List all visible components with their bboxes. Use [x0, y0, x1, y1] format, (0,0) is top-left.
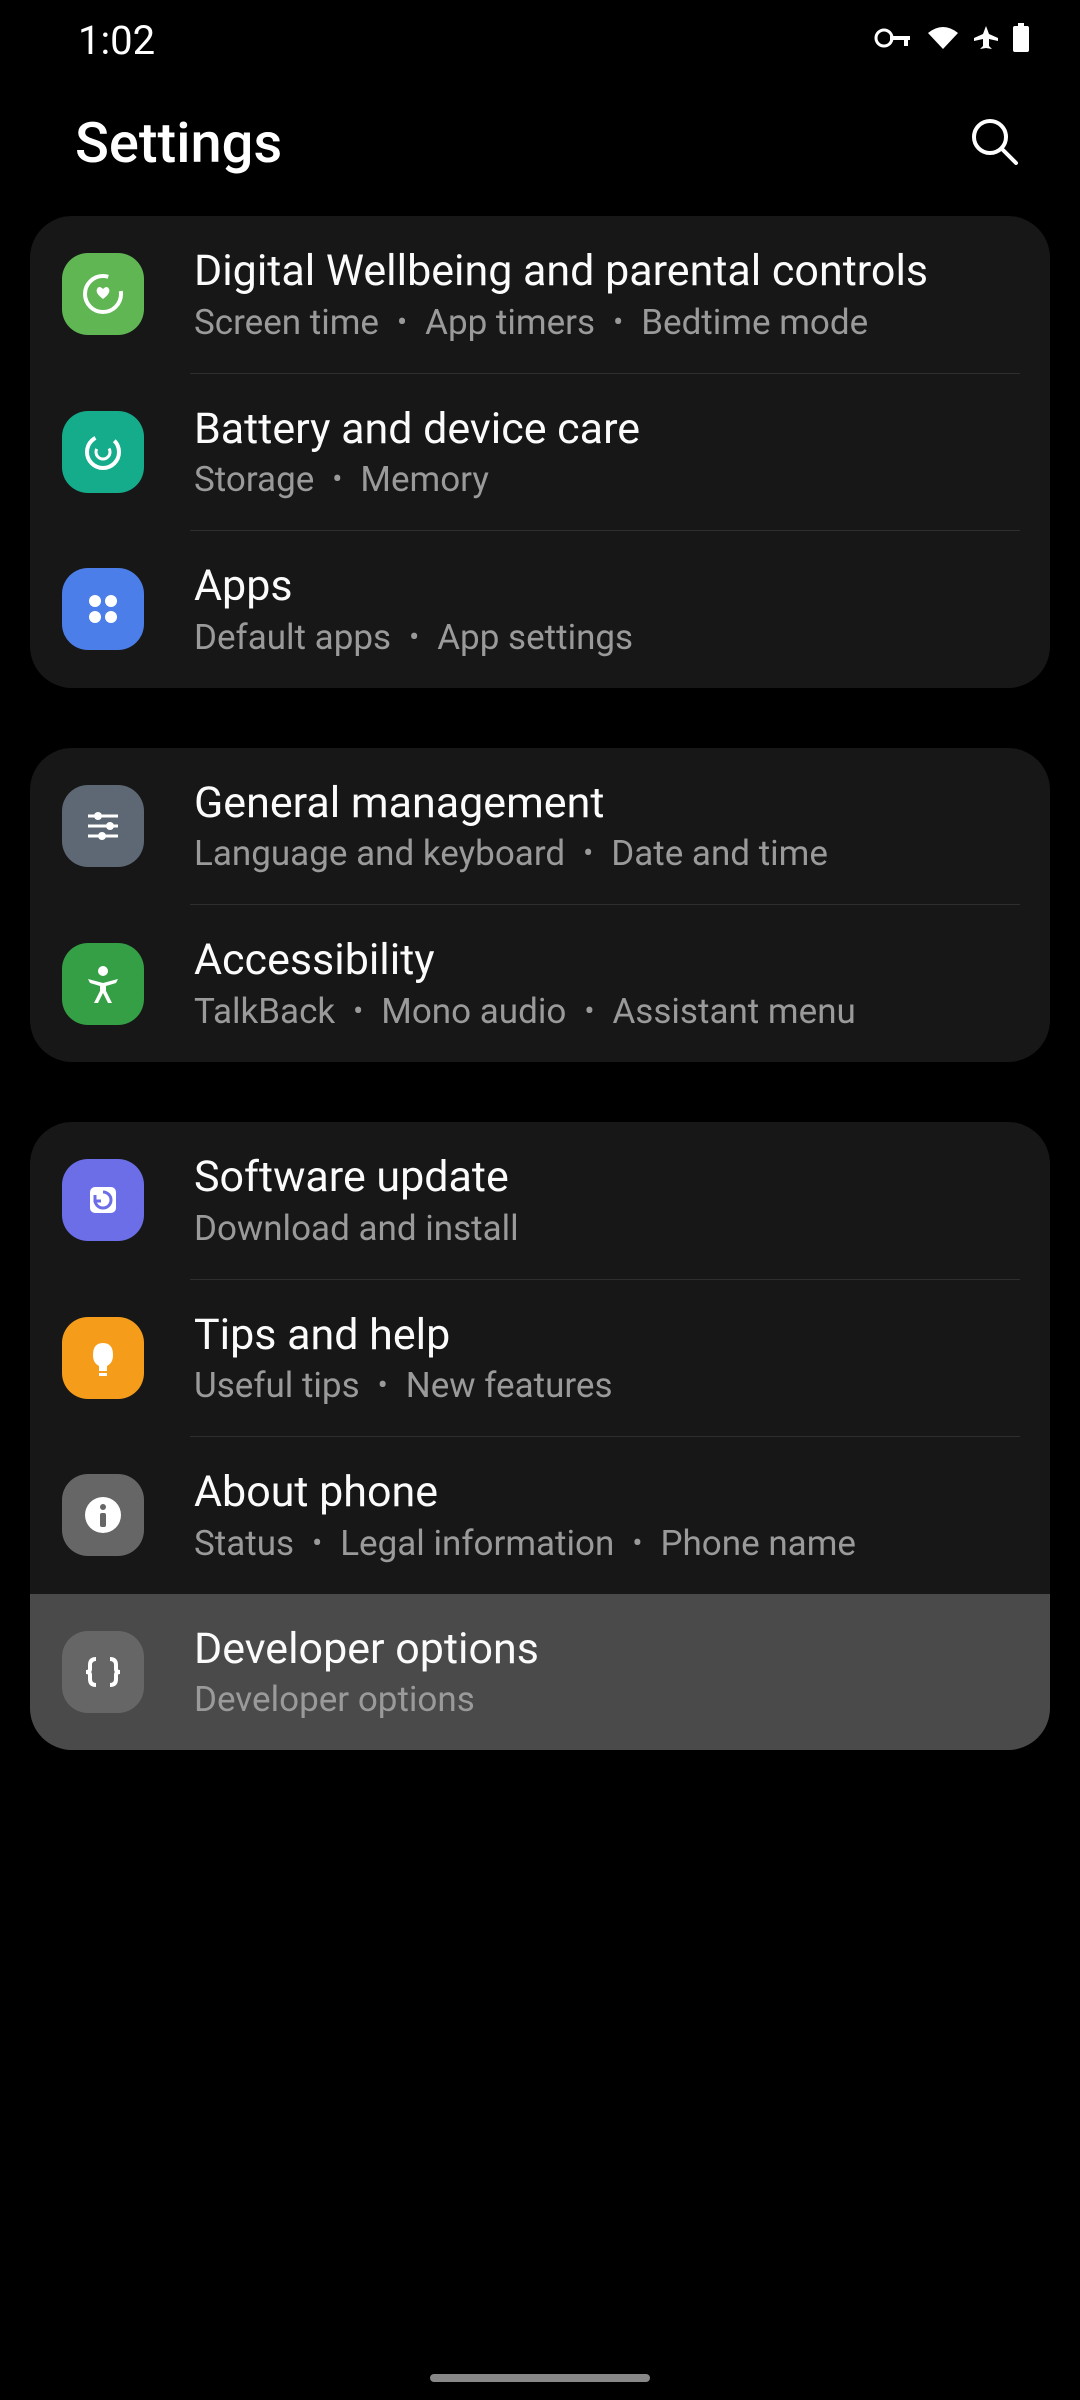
item-subtitle: Default apps•App settings [194, 617, 1020, 658]
settings-group: General management Language and keyboard… [30, 748, 1050, 1062]
item-title: About phone [194, 1467, 1020, 1519]
item-subtitle: Screen time•App timers•Bedtime mode [194, 302, 1020, 343]
item-general[interactable]: General management Language and keyboard… [30, 748, 1050, 905]
item-subtitle: Developer options [194, 1679, 1020, 1720]
item-title: Battery and device care [194, 404, 1020, 456]
page-title: Settings [75, 110, 282, 176]
settings-group: Digital Wellbeing and parental controls … [30, 216, 1050, 688]
item-apps[interactable]: Apps Default apps•App settings [30, 531, 1050, 688]
item-subtitle: Useful tips•New features [194, 1365, 1020, 1406]
bulb-icon [62, 1317, 144, 1399]
item-title: Software update [194, 1152, 1020, 1204]
item-developer-options[interactable]: Developer options Developer options [30, 1594, 1050, 1751]
settings-group: Software update Download and install Tip… [30, 1122, 1050, 1750]
status-time: 1:02 [78, 17, 155, 64]
airplane-icon [972, 24, 1000, 56]
item-wellbeing[interactable]: Digital Wellbeing and parental controls … [30, 216, 1050, 373]
item-title: Developer options [194, 1624, 1020, 1676]
item-accessibility[interactable]: Accessibility TalkBack•Mono audio•Assist… [30, 905, 1050, 1062]
item-title: Apps [194, 561, 1020, 613]
item-about-phone[interactable]: About phone Status•Legal information•Pho… [30, 1437, 1050, 1594]
update-icon [62, 1159, 144, 1241]
item-title: Tips and help [194, 1310, 1020, 1362]
info-icon [62, 1474, 144, 1556]
item-subtitle: TalkBack•Mono audio•Assistant menu [194, 991, 1020, 1032]
wifi-icon [926, 25, 960, 55]
item-title: Digital Wellbeing and parental controls [194, 246, 1020, 298]
search-button[interactable] [966, 113, 1022, 173]
status-icons [874, 23, 1030, 57]
item-subtitle: Status•Legal information•Phone name [194, 1523, 1020, 1564]
vpn-key-icon [874, 27, 914, 53]
wellbeing-icon [62, 253, 144, 335]
gesture-bar[interactable] [430, 2374, 650, 2382]
apps-icon [62, 568, 144, 650]
item-subtitle: Storage•Memory [194, 459, 1020, 500]
item-title: General management [194, 778, 1020, 830]
item-tips[interactable]: Tips and help Useful tips•New features [30, 1280, 1050, 1437]
battery-care-icon [62, 411, 144, 493]
item-software-update[interactable]: Software update Download and install [30, 1122, 1050, 1279]
battery-icon [1012, 23, 1030, 57]
item-title: Accessibility [194, 935, 1020, 987]
accessibility-icon [62, 943, 144, 1025]
app-header: Settings [0, 80, 1080, 216]
braces-icon [62, 1631, 144, 1713]
status-bar: 1:02 [0, 0, 1080, 80]
item-subtitle: Language and keyboard•Date and time [194, 833, 1020, 874]
item-battery[interactable]: Battery and device care Storage•Memory [30, 374, 1050, 531]
item-subtitle: Download and install [194, 1208, 1020, 1249]
sliders-icon [62, 785, 144, 867]
